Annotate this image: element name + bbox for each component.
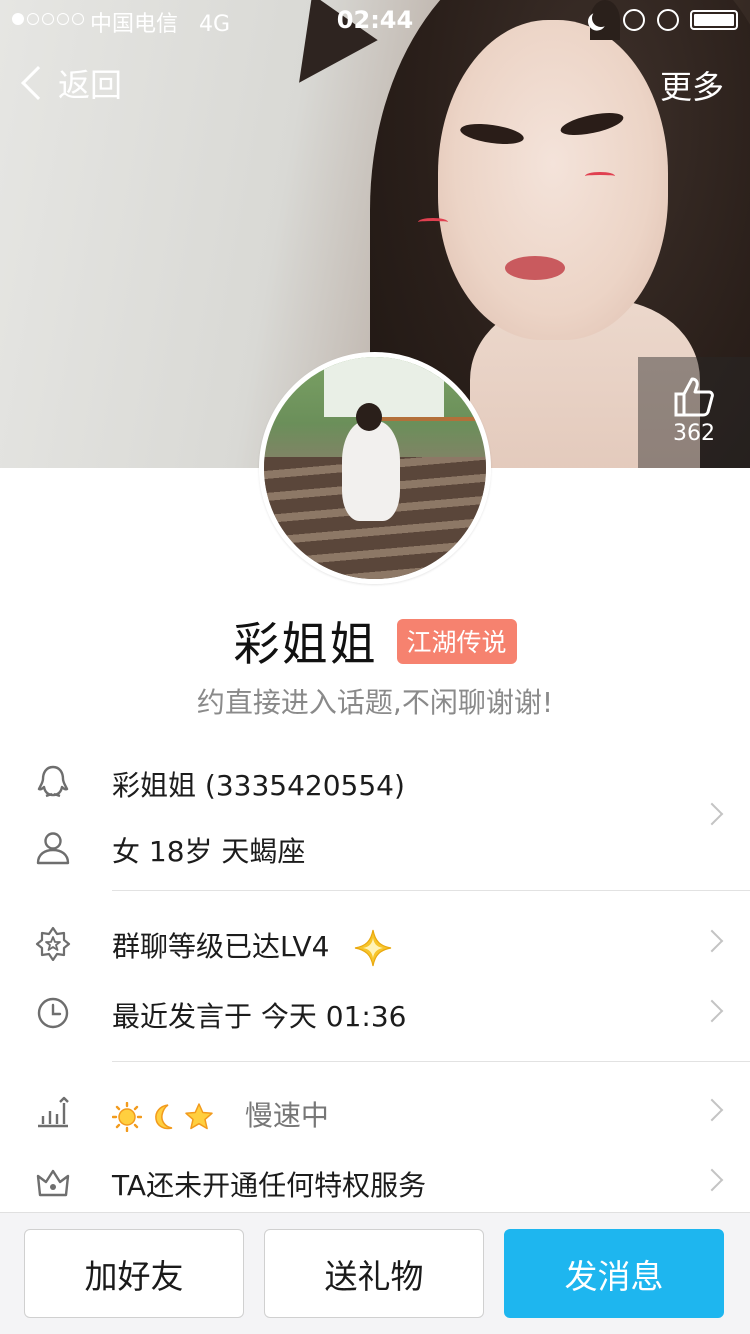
name-row: 彩姐姐 江湖传说 — [0, 608, 750, 672]
privilege-text: TA还未开通任何特权服务 — [112, 1169, 427, 1202]
crown-icon — [36, 1169, 70, 1197]
orientation-lock-icon — [623, 9, 645, 31]
chevron-right-icon — [700, 1098, 724, 1122]
nickname: 彩姐姐 — [233, 617, 378, 671]
chevron-left-icon — [21, 66, 55, 100]
like-count: 362 — [673, 421, 715, 446]
gender-age-zodiac: 女 18岁 天蝎座 — [112, 835, 306, 868]
divider — [112, 1061, 750, 1062]
group-level-text: 群聊等级已达LV4 — [112, 925, 392, 967]
info-row-qq-level[interactable]: 慢速中 — [0, 1077, 750, 1147]
info-row-qq[interactable]: 彩姐姐 (3335420554) — [0, 747, 750, 817]
info-row-privilege[interactable]: TA还未开通任何特权服务 — [0, 1147, 750, 1217]
info-row-last-active[interactable]: 最近发言于 今天 01:36 — [0, 978, 750, 1048]
back-label: 返回 — [58, 66, 123, 104]
moon-icon — [155, 1104, 173, 1130]
bottom-action-bar: 加好友 送礼物 发消息 — [0, 1212, 750, 1334]
penguin-icon — [37, 765, 69, 798]
divider — [112, 890, 750, 891]
title-badge: 江湖传说 — [396, 618, 517, 664]
clock-icon — [37, 997, 69, 1029]
sun-icon — [112, 1102, 142, 1132]
badge-icon — [35, 926, 71, 961]
signature: 约直接进入话题,不闲聊谢谢! — [196, 686, 554, 719]
growth-chart-icon — [38, 1096, 69, 1128]
level-sparkle-icon — [355, 929, 392, 967]
speed-label: 慢速中 — [244, 1099, 329, 1132]
thumbs-up-icon — [674, 377, 714, 417]
cover-blush — [418, 218, 448, 226]
add-friend-button[interactable]: 加好友 — [24, 1229, 244, 1318]
avatar-sky — [324, 357, 444, 417]
chevron-right-icon — [700, 929, 724, 953]
more-button[interactable]: 更多 — [660, 62, 724, 108]
avatar[interactable] — [259, 352, 491, 584]
level-icons — [112, 1102, 214, 1132]
battery-icon — [690, 10, 738, 30]
send-message-button[interactable]: 发消息 — [504, 1229, 724, 1318]
status-bar: 中国电信 4G 02:44 — [0, 0, 750, 40]
qq-level-text: 慢速中 — [112, 1094, 329, 1134]
chevron-right-icon — [700, 1168, 724, 1192]
qq-name-number: 彩姐姐 (3335420554) — [112, 769, 405, 802]
person-icon — [36, 832, 70, 865]
chevron-right-icon — [700, 999, 724, 1023]
info-row-basic[interactable]: 女 18岁 天蝎座 — [0, 813, 750, 883]
back-button[interactable]: 返回 — [16, 58, 122, 108]
alarm-icon — [657, 9, 679, 31]
cover-blush — [585, 172, 615, 180]
avatar-figure-head — [356, 403, 382, 431]
cover-face — [438, 20, 668, 340]
cover-lips — [505, 256, 565, 280]
last-active-text: 最近发言于 今天 01:36 — [112, 1000, 407, 1033]
group-level-label: 群聊等级已达LV4 — [112, 930, 330, 963]
star-icon — [185, 1103, 213, 1130]
send-gift-button[interactable]: 送礼物 — [264, 1229, 484, 1318]
avatar-figure — [342, 421, 400, 521]
info-row-group-level[interactable]: 群聊等级已达LV4 — [0, 908, 750, 978]
like-button[interactable]: 362 — [638, 357, 750, 468]
